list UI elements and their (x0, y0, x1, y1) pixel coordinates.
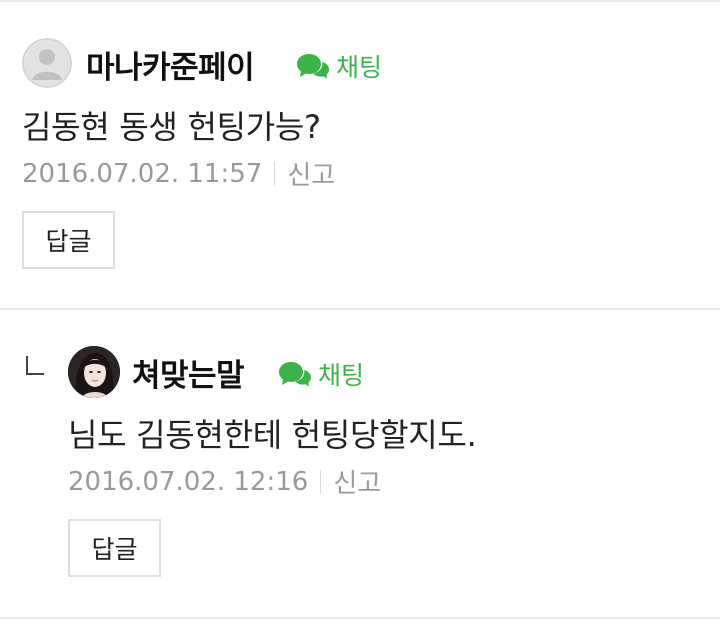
chat-bubble-icon (297, 54, 329, 79)
nickname[interactable]: 마나카준페이 (86, 42, 255, 87)
nickname[interactable]: 쳐맞는말 (132, 350, 245, 395)
meta-separator (320, 469, 322, 494)
meta-separator (274, 161, 276, 186)
avatar[interactable] (68, 346, 120, 398)
bottom-divider (0, 617, 720, 619)
reply-button[interactable]: 답글 (22, 211, 115, 269)
comment-item: 마나카준페이 채팅 김동현 동생 헌팅가능? 2016.07.02. 11:57… (0, 0, 720, 310)
reply-comment-item: 쳐맞는말 채팅 님도 김동현한테 헌팅당할지도. 2016.07.02. 12:… (0, 310, 720, 620)
chat-bubble-icon (279, 362, 311, 387)
chat-label: 채팅 (336, 53, 383, 82)
report-link[interactable]: 신고 (333, 463, 381, 500)
chat-label: 채팅 (318, 361, 365, 390)
comment-text: 김동현 동생 헌팅가능? (22, 108, 321, 146)
comment-text: 님도 김동현한테 헌팅당할지도. (68, 416, 477, 454)
default-user-icon (22, 38, 72, 88)
chat-link[interactable]: 채팅 (278, 356, 364, 392)
avatar[interactable] (22, 38, 72, 88)
timestamp: 2016.07.02. 12:16 (68, 466, 309, 497)
reply-indent-icon (26, 356, 44, 375)
chat-link[interactable]: 채팅 (296, 48, 382, 84)
profile-photo (68, 346, 120, 398)
comment-meta: 2016.07.02. 11:57 신고 (22, 155, 335, 192)
reply-button[interactable]: 답글 (68, 519, 161, 577)
comment-meta: 2016.07.02. 12:16 신고 (68, 463, 381, 500)
report-link[interactable]: 신고 (287, 155, 335, 192)
timestamp: 2016.07.02. 11:57 (22, 158, 263, 189)
